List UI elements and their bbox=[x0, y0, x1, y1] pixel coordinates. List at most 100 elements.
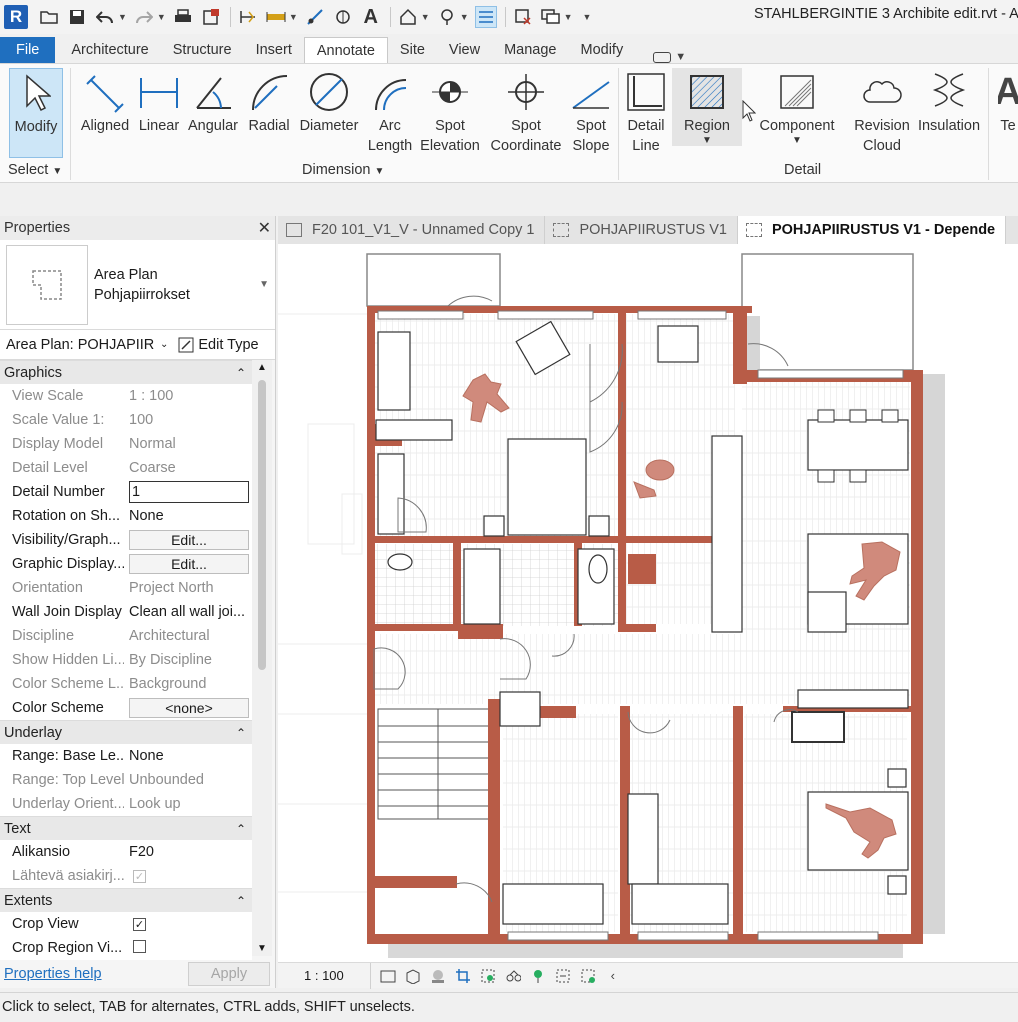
home-icon[interactable] bbox=[397, 6, 419, 28]
property-value[interactable]: ✓ bbox=[124, 916, 252, 932]
visual-style-icon[interactable] bbox=[405, 968, 421, 984]
open-icon[interactable] bbox=[38, 6, 60, 28]
detail-level-icon[interactable] bbox=[380, 968, 396, 984]
type-selector[interactable]: Area Plan Pohjapiirrokset ▼ bbox=[0, 240, 275, 330]
chevron-down-icon[interactable]: ⌄ bbox=[160, 339, 168, 350]
tab-site[interactable]: Site bbox=[388, 37, 437, 63]
property-value[interactable]: 1 bbox=[124, 481, 252, 503]
angular-dimension-tool[interactable]: Angular bbox=[186, 68, 240, 136]
revit-logo-icon[interactable]: R bbox=[4, 5, 28, 29]
worksharing-display-icon[interactable] bbox=[555, 968, 571, 984]
close-icon[interactable]: ✕ bbox=[258, 218, 271, 238]
customize-qat-icon[interactable]: ▼ bbox=[583, 12, 592, 22]
analytical-model-icon[interactable] bbox=[580, 968, 596, 984]
reveal-hidden-icon[interactable] bbox=[530, 968, 546, 984]
dimension-panel-label[interactable]: Dimension ▼ bbox=[302, 162, 384, 178]
arc-length-tool[interactable]: Arc Length bbox=[364, 68, 416, 156]
linear-dimension-tool[interactable]: Linear bbox=[136, 68, 182, 136]
property-edit-button[interactable]: Edit... bbox=[129, 530, 249, 550]
property-value[interactable]: None bbox=[124, 748, 252, 764]
tab-structure[interactable]: Structure bbox=[161, 37, 244, 63]
drawing-canvas[interactable] bbox=[278, 244, 1018, 962]
tab-architecture[interactable]: Architecture bbox=[59, 37, 160, 63]
detail-number-input[interactable]: 1 bbox=[129, 481, 249, 503]
ribbon-minimize-toggle[interactable]: ▼ bbox=[653, 51, 686, 63]
view-icon[interactable] bbox=[436, 6, 458, 28]
view-tab-pohjapiirustus-dependent[interactable]: POHJAPIIRUSTUS V1 - Depende bbox=[737, 216, 1007, 244]
tag-icon[interactable] bbox=[304, 6, 326, 28]
tab-annotate[interactable]: Annotate bbox=[303, 37, 388, 63]
component-tool[interactable]: Component ▼ bbox=[756, 68, 838, 146]
save-icon[interactable] bbox=[66, 6, 88, 28]
spot-elevation-tool[interactable]: Spot Elevation bbox=[418, 68, 482, 156]
property-row: View Scale 1 : 100 bbox=[0, 384, 252, 408]
dimension-icon[interactable] bbox=[265, 6, 287, 28]
revision-cloud-tool[interactable]: Revision Cloud bbox=[850, 68, 914, 156]
property-value[interactable]: Clean all wall joi... bbox=[124, 604, 252, 620]
tab-modify[interactable]: Modify bbox=[569, 37, 636, 63]
section-extents[interactable]: Extents ⌃ bbox=[0, 888, 252, 912]
minimize-ribbon-icon bbox=[653, 51, 672, 63]
view-scale-button[interactable]: 1 : 100 bbox=[278, 962, 371, 989]
sync-icon[interactable] bbox=[200, 6, 222, 28]
tab-file[interactable]: File bbox=[0, 37, 56, 63]
spot-coordinate-tool[interactable]: Spot Coordinate bbox=[486, 68, 566, 156]
section-text[interactable]: Text ⌃ bbox=[0, 816, 252, 840]
area-plan-icon bbox=[745, 223, 762, 237]
collapse-icon[interactable]: ⌃ bbox=[236, 726, 246, 740]
property-value[interactable]: F20 bbox=[124, 844, 252, 860]
tab-view[interactable]: View bbox=[437, 37, 492, 63]
properties-scrollbar[interactable]: ▲ ▼ bbox=[252, 360, 272, 956]
apply-button[interactable]: Apply bbox=[188, 962, 270, 986]
scroll-thumb[interactable] bbox=[258, 380, 266, 670]
region-tool[interactable]: Region ▼ bbox=[672, 68, 742, 146]
detail-line-tool[interactable]: Detail Line bbox=[622, 68, 670, 156]
instance-filter-dropdown[interactable]: Area Plan: POHJAPIIRU bbox=[6, 337, 154, 353]
diameter-dimension-tool[interactable]: Diameter bbox=[296, 68, 362, 136]
measure-icon[interactable] bbox=[237, 6, 259, 28]
checkbox[interactable]: ✓ bbox=[133, 918, 146, 931]
collapse-icon[interactable]: ⌃ bbox=[236, 822, 246, 836]
text-tool[interactable]: A Te bbox=[998, 68, 1018, 136]
section-underlay[interactable]: Underlay ⌃ bbox=[0, 720, 252, 744]
property-value[interactable]: <none> bbox=[124, 698, 252, 718]
spot-slope-tool[interactable]: Spot Slope bbox=[568, 68, 614, 156]
detail-panel-label[interactable]: Detail bbox=[784, 162, 821, 178]
property-value[interactable]: None bbox=[124, 508, 252, 524]
aligned-dimension-tool[interactable]: Aligned bbox=[78, 68, 132, 136]
property-value[interactable]: Edit... bbox=[124, 530, 252, 550]
close-hidden-icon[interactable] bbox=[512, 6, 534, 28]
collapse-icon[interactable]: ⌃ bbox=[236, 894, 246, 908]
view-tab-pohjapiirustus-v1[interactable]: POHJAPIIRUSTUS V1 bbox=[545, 216, 738, 244]
select-panel-label[interactable]: Select ▼ bbox=[8, 162, 62, 178]
property-edit-button[interactable]: <none> bbox=[129, 698, 249, 718]
edit-type-button[interactable]: Edit Type bbox=[178, 337, 259, 353]
property-edit-button[interactable]: Edit... bbox=[129, 554, 249, 574]
insulation-tool[interactable]: Insulation bbox=[914, 68, 984, 136]
undo-dropdown-icon[interactable]: ▼ bbox=[118, 12, 127, 22]
modify-tool[interactable]: Modify bbox=[9, 68, 63, 158]
show-crop-region-icon[interactable] bbox=[480, 968, 496, 984]
property-value[interactable] bbox=[124, 939, 252, 957]
section-graphics[interactable]: Graphics ⌃ bbox=[0, 360, 252, 384]
property-value[interactable]: Edit... bbox=[124, 554, 252, 574]
chevron-left-icon[interactable]: ‹ bbox=[605, 968, 621, 984]
checkbox[interactable] bbox=[133, 939, 146, 953]
print-icon[interactable] bbox=[172, 6, 194, 28]
switch-windows-icon[interactable] bbox=[540, 6, 562, 28]
collapse-icon[interactable]: ⌃ bbox=[236, 366, 246, 380]
sun-path-icon[interactable] bbox=[430, 968, 446, 984]
tab-insert[interactable]: Insert bbox=[244, 37, 304, 63]
redo-dropdown-icon[interactable]: ▼ bbox=[157, 12, 166, 22]
tab-manage[interactable]: Manage bbox=[492, 37, 568, 63]
undo-icon[interactable] bbox=[94, 6, 116, 28]
text-icon[interactable]: A bbox=[360, 6, 382, 28]
radial-dimension-tool[interactable]: Radial bbox=[244, 68, 294, 136]
redo-icon[interactable] bbox=[133, 6, 155, 28]
thin-lines-icon[interactable] bbox=[474, 6, 497, 28]
properties-help-link[interactable]: Properties help bbox=[4, 966, 102, 982]
aligned-dimension-icon[interactable] bbox=[332, 6, 354, 28]
crop-view-icon[interactable] bbox=[455, 968, 471, 984]
temporary-hide-icon[interactable] bbox=[505, 968, 521, 984]
view-tab-f20-unnamed-copy[interactable]: F20 101_V1_V - Unnamed Copy 1 bbox=[278, 216, 546, 244]
